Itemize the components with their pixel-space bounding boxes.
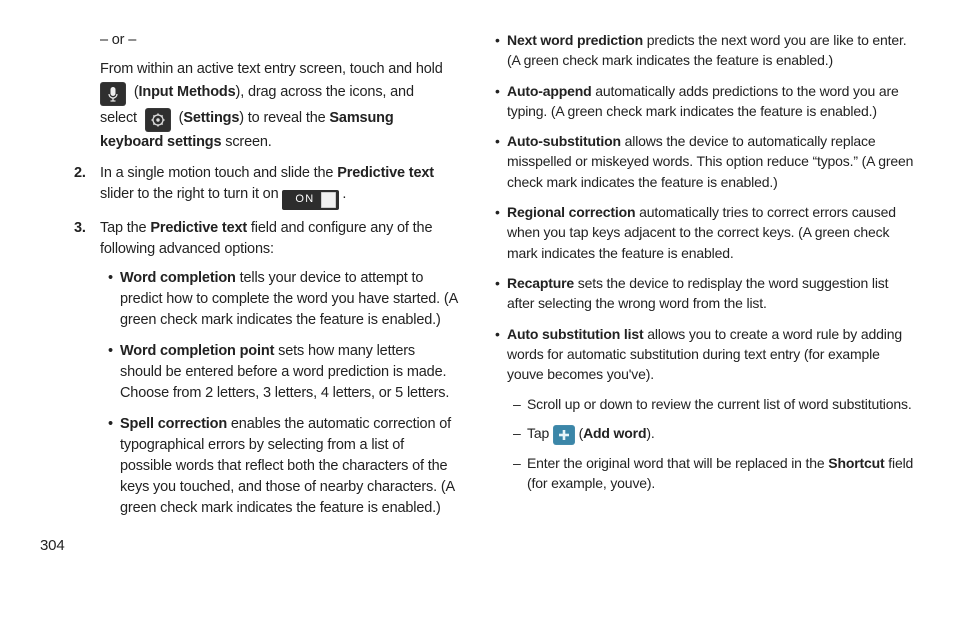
bullet-text: Next word prediction predicts the next w… [507, 30, 914, 71]
intro2-tail: , drag across the icons, and [240, 84, 414, 100]
bullet-dot: • [495, 273, 507, 314]
title-nwp: Next word prediction [507, 32, 643, 48]
or-separator: – or – [100, 30, 459, 51]
label-shortcut: Shortcut [828, 455, 884, 471]
title-auto-append: Auto-append [507, 83, 592, 99]
label-add-word: Add word [583, 425, 646, 441]
bullet-dot: • [495, 131, 507, 192]
bullet-text: Word completion point sets how many lett… [120, 341, 459, 404]
on-toggle-knob [321, 192, 336, 208]
bullet-text: Auto-append automatically adds predictio… [507, 81, 914, 122]
word-screen: screen. [221, 134, 271, 150]
bullet-dot: • [108, 268, 120, 331]
title-wcp: Word completion point [120, 343, 274, 359]
intro-line-2: (Input Methods), drag across the icons, … [100, 82, 459, 106]
dash-mark: – [513, 453, 527, 494]
bullet-auto-substitution-list: • Auto substitution list allows you to c… [495, 324, 914, 385]
title-asl: Auto substitution list [507, 326, 643, 342]
intro-line-1: From within an active text entry screen,… [100, 59, 459, 80]
on-toggle-label: ON [285, 192, 320, 208]
step2-a: In a single motion touch and slide the [100, 165, 337, 181]
step2-period: . [339, 186, 347, 202]
bullet-spell-correction: • Spell correction enables the automatic… [108, 414, 459, 519]
title-regional: Regional correction [507, 204, 635, 220]
dash-enter-shortcut: – Enter the original word that will be r… [513, 453, 914, 494]
intro-block: From within an active text entry screen,… [100, 59, 459, 153]
d3-a: Enter the original word that will be rep… [527, 455, 828, 471]
dash-text: Enter the original word that will be rep… [527, 453, 914, 494]
plus-icon [553, 425, 575, 445]
label-input-methods: Input Methods [139, 84, 236, 100]
bullet-text: Auto-substitution allows the device to a… [507, 131, 914, 192]
bullet-dot: • [495, 30, 507, 71]
bullet-text: Recapture sets the device to redisplay t… [507, 273, 914, 314]
step-2: 2. In a single motion touch and slide th… [74, 163, 459, 210]
dash-mark: – [513, 423, 527, 445]
word-reveal: to reveal the [244, 110, 329, 126]
bullet-auto-substitution: • Auto-substitution allows the device to… [495, 131, 914, 192]
title-auto-sub: Auto-substitution [507, 133, 621, 149]
bullet-recapture: • Recapture sets the device to redisplay… [495, 273, 914, 314]
label-predictive-text-1: Predictive text [337, 165, 434, 181]
bullet-dot: • [495, 81, 507, 122]
bullet-dot: • [108, 414, 120, 519]
bullet-next-word-prediction: • Next word prediction predicts the next… [495, 30, 914, 71]
label-settings: Settings [183, 110, 239, 126]
page-number: 304 [40, 529, 459, 557]
bullet-text: Auto substitution list allows you to cre… [507, 324, 914, 385]
step3-a: Tap the [100, 220, 150, 236]
gear-icon [145, 108, 171, 132]
left-column: – or – From within an active text entry … [40, 30, 459, 618]
bullet-text: Word completion tells your device to att… [120, 268, 459, 331]
title-word-completion: Word completion [120, 270, 236, 286]
dash-mark: – [513, 394, 527, 414]
bullet-word-completion-point: • Word completion point sets how many le… [108, 341, 459, 404]
word-tap: Tap [527, 425, 553, 441]
dash-tap-add-word: – Tap (Add word). [513, 423, 914, 445]
word-select: select [100, 110, 137, 126]
columns: – or – From within an active text entry … [40, 30, 914, 618]
bullet-dot: • [495, 324, 507, 385]
on-toggle-icon: ON [282, 190, 338, 210]
step-2-number: 2. [74, 163, 100, 210]
bullet-dot: • [495, 202, 507, 263]
step-2-text: In a single motion touch and slide the P… [100, 163, 459, 210]
step-3: 3. Tap the Predictive text field and con… [74, 218, 459, 260]
bullet-word-completion: • Word completion tells your device to a… [108, 268, 459, 331]
bullet-text: Regional correction automatically tries … [507, 202, 914, 263]
title-spell: Spell correction [120, 416, 227, 432]
d2-tail: . [651, 425, 655, 441]
title-recapture: Recapture [507, 275, 574, 291]
step-3-text: Tap the Predictive text field and config… [100, 218, 459, 260]
step2-b: slider to the right to turn it on [100, 186, 282, 202]
dash-text: Scroll up or down to review the current … [527, 394, 914, 414]
bullet-regional-correction: • Regional correction automatically trie… [495, 202, 914, 263]
manual-page: – or – From within an active text entry … [0, 0, 954, 636]
intro-line-3: select (Settin [100, 108, 459, 153]
bullet-text: Spell correction enables the automatic c… [120, 414, 459, 519]
dash-text: Tap (Add word). [527, 423, 914, 445]
bullet-auto-append: • Auto-append automatically adds predict… [495, 81, 914, 122]
dash-scroll-review: – Scroll up or down to review the curren… [513, 394, 914, 414]
step-3-number: 3. [74, 218, 100, 260]
mic-icon [100, 82, 126, 106]
label-predictive-text-2: Predictive text [150, 220, 247, 236]
bullet-dot: • [108, 341, 120, 404]
right-column: • Next word prediction predicts the next… [495, 30, 914, 618]
